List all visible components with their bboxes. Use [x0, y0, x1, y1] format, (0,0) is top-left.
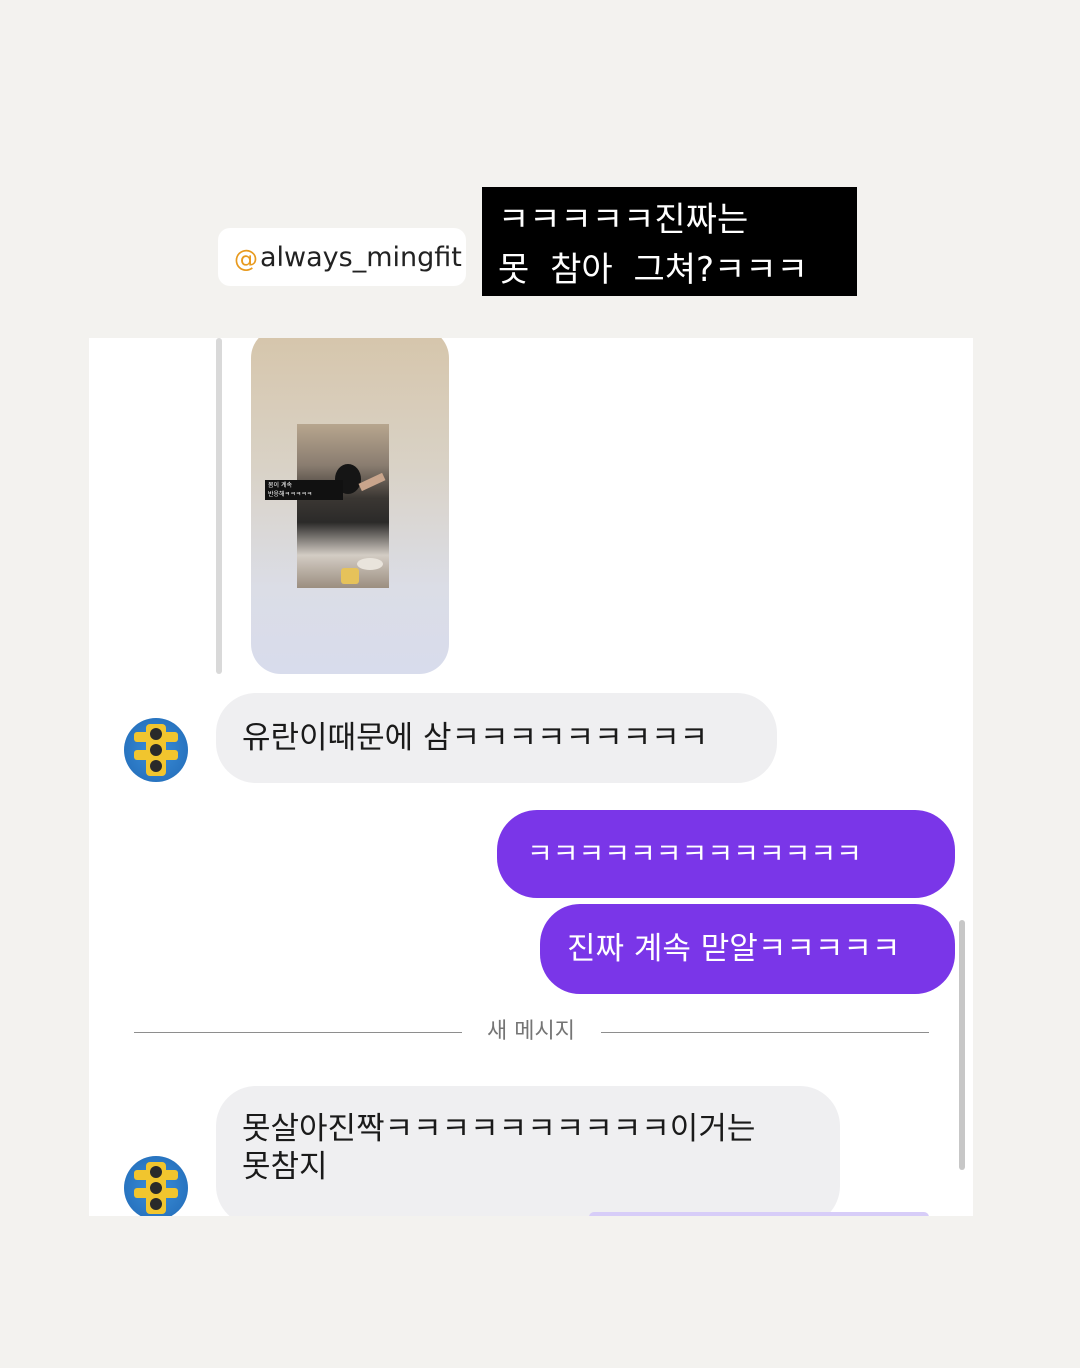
- message-text: 진짜 계속 맏알ㅋㅋㅋㅋㅋ: [567, 931, 901, 967]
- message-text-line-2: 못참지: [242, 1149, 328, 1185]
- avatar-lamp: [150, 1198, 162, 1210]
- dm-chat-screenshot: 몸이 계속 반응해ㅋㅋㅋㅋㅋ 유란이때문에 삼ㅋㅋㅋㅋㅋㅋㅋㅋㅋ ㅋㅋㅋㅋㅋㅋㅋ…: [89, 338, 973, 1216]
- traffic-light-avatar-icon[interactable]: [124, 1156, 188, 1216]
- message-text-line-1: 못살아진짝ㅋㅋㅋㅋㅋㅋㅋㅋㅋㅋ이거는: [242, 1111, 756, 1147]
- avatar-lamp: [150, 728, 162, 740]
- outgoing-message-bubble[interactable]: 진짜 계속 맏알ㅋㅋㅋㅋㅋ: [540, 904, 955, 994]
- incoming-message-bubble[interactable]: 못살아진짝ㅋㅋㅋㅋㅋㅋㅋㅋㅋㅋ이거는 못참지: [216, 1086, 840, 1216]
- story-subtitle: 몸이 계속 반응해ㅋㅋㅋㅋㅋ: [265, 480, 343, 500]
- outgoing-message-bubble-peek: [589, 1212, 929, 1216]
- reply-indicator-bar: [216, 338, 222, 674]
- avatar-lamp: [150, 760, 162, 772]
- photo-person-arm: [358, 472, 386, 492]
- story-photo: [297, 424, 389, 588]
- story-caption: ㅋㅋㅋㅋㅋ진짜는 못 참아 그쳐?ㅋㅋㅋ: [482, 187, 857, 296]
- divider-label: 새 메시지: [487, 1019, 575, 1044]
- story-subtitle-line-1: 몸이 계속: [268, 482, 292, 489]
- message-text: 유란이때문에 삼ㅋㅋㅋㅋㅋㅋㅋㅋㅋ: [242, 720, 709, 756]
- replied-story-thumbnail[interactable]: 몸이 계속 반응해ㅋㅋㅋㅋㅋ: [251, 338, 449, 674]
- new-messages-divider: 새 메시지: [134, 1020, 929, 1044]
- photo-bowl: [357, 558, 383, 570]
- story-subtitle-line-2: 반응해ㅋㅋㅋㅋㅋ: [268, 491, 313, 498]
- divider-line-right: [601, 1032, 929, 1033]
- photo-cup: [341, 568, 359, 584]
- incoming-message-bubble[interactable]: 유란이때문에 삼ㅋㅋㅋㅋㅋㅋㅋㅋㅋ: [216, 693, 777, 783]
- traffic-light-avatar-icon[interactable]: [124, 718, 188, 782]
- at-sign-icon: @: [234, 245, 258, 273]
- caption-line-1: ㅋㅋㅋㅋㅋ진짜는: [498, 200, 749, 240]
- outgoing-message-bubble[interactable]: ㅋㅋㅋㅋㅋㅋㅋㅋㅋㅋㅋㅋㅋ: [497, 810, 955, 898]
- avatar-lamp: [150, 1182, 162, 1194]
- avatar-lamp: [150, 744, 162, 756]
- mention-sticker[interactable]: @ always_mingfit: [218, 228, 466, 286]
- avatar-lamp: [150, 1166, 162, 1178]
- message-text: ㅋㅋㅋㅋㅋㅋㅋㅋㅋㅋㅋㅋㅋ: [527, 837, 862, 870]
- divider-line-left: [134, 1032, 462, 1033]
- scrollbar[interactable]: [959, 920, 965, 1170]
- mention-username: always_mingfit: [260, 241, 462, 273]
- caption-line-2: 못 참아 그쳐?ㅋㅋㅋ: [498, 250, 808, 290]
